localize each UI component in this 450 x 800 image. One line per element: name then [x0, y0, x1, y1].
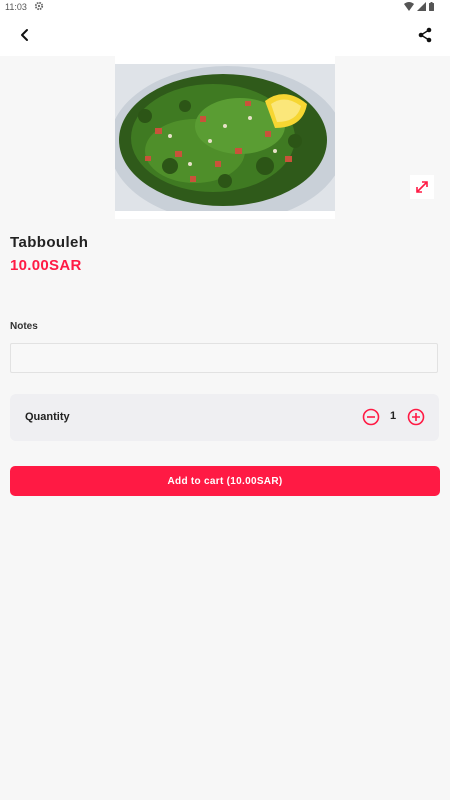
expand-image-button[interactable] — [410, 175, 434, 199]
product-price: 10.00SAR — [10, 257, 82, 274]
product-image[interactable] — [115, 56, 335, 219]
quantity-value: 1 — [389, 410, 397, 422]
tabbouleh-photo — [115, 56, 335, 219]
notes-input[interactable] — [10, 343, 438, 373]
wifi-icon — [404, 2, 414, 11]
status-time: 11:03 — [5, 2, 27, 12]
product-name: Tabbouleh — [10, 234, 89, 251]
minus-circle-icon[interactable] — [362, 408, 380, 426]
status-bar: 11:03 — [0, 0, 450, 14]
expand-icon — [416, 181, 428, 193]
status-icons — [404, 2, 434, 11]
notes-label: Notes — [10, 321, 38, 332]
settings-icon — [34, 1, 44, 11]
app-bar — [0, 14, 450, 56]
add-to-cart-button[interactable]: Add to cart (10.00SAR) — [10, 466, 440, 496]
quantity-label: Quantity — [25, 411, 70, 423]
signal-icon — [417, 2, 426, 11]
plus-circle-icon[interactable] — [407, 408, 425, 426]
battery-icon — [429, 2, 434, 11]
back-arrow-icon[interactable] — [14, 24, 36, 46]
share-icon[interactable] — [414, 24, 436, 46]
quantity-card: Quantity 1 — [10, 394, 439, 441]
